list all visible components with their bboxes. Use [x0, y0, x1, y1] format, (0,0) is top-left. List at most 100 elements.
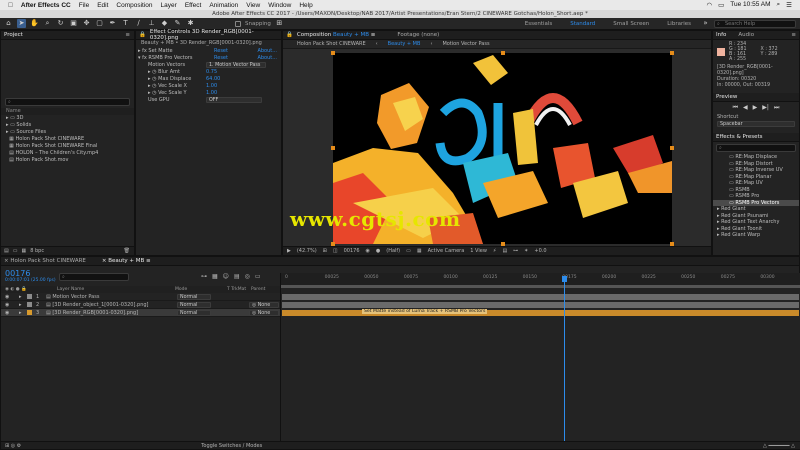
wifi-icon[interactable]: ◠ — [706, 1, 712, 9]
expand-icon[interactable]: ▸ — [19, 302, 27, 308]
layer-mode-dropdown[interactable]: Normal — [177, 301, 211, 308]
timecode-display[interactable]: 00176 — [344, 248, 360, 254]
project-item-footage[interactable]: ▤ Holon Pack Shot.mov — [1, 157, 134, 164]
layer-duration-bar[interactable] — [282, 302, 799, 308]
layer-duration-bar[interactable] — [282, 294, 799, 300]
tab-preview[interactable]: Preview — [716, 94, 737, 100]
menu-animation[interactable]: Animation — [209, 2, 238, 9]
effects-search-input[interactable]: ⌕ — [716, 144, 796, 152]
stopwatch-icon[interactable]: ▸ ◷ — [148, 83, 156, 89]
selection-tool-icon[interactable]: ➤ — [17, 19, 26, 28]
av-features-icon[interactable]: ◉ ◐ ● 🔒 — [1, 287, 57, 292]
playhead-handle[interactable] — [561, 276, 567, 282]
menu-edit[interactable]: Edit — [97, 2, 108, 9]
pen-tool-icon[interactable]: ✒ — [108, 19, 117, 28]
mask-visibility-icon[interactable]: ◫ — [333, 248, 338, 254]
fx-icon[interactable]: ▾ fx — [138, 55, 147, 61]
project-item-comp[interactable]: ▦ Holon Pack Shot CINEWARE Final — [1, 143, 134, 150]
label-color-swatch[interactable] — [27, 310, 32, 315]
clock[interactable]: Tue 10:55 AM — [730, 1, 770, 9]
project-search-input[interactable]: ⌕ — [5, 98, 130, 106]
home-icon[interactable]: ⌂ — [4, 19, 13, 28]
workspace-standard[interactable]: Standard — [570, 21, 595, 27]
rotate-tool-icon[interactable]: ↻ — [56, 19, 65, 28]
tab-effects-presets[interactable]: Effects & Presets — [716, 134, 763, 140]
clone-stamp-tool-icon[interactable]: ⊥ — [147, 19, 156, 28]
puppet-tool-icon[interactable]: ✱ — [186, 19, 195, 28]
layer-row[interactable]: ◉ ▸ 1 ▤ Motion Vector Pass Normal — [1, 293, 280, 301]
type-tool-icon[interactable]: T — [121, 19, 130, 28]
menu-list-icon[interactable]: ☰ — [786, 1, 792, 9]
workspace-more-icon[interactable]: » — [701, 19, 710, 28]
project-item-folder[interactable]: ▸ ▭ Source Files — [1, 129, 134, 136]
visibility-icon[interactable]: ◉ — [1, 294, 19, 300]
roto-brush-tool-icon[interactable]: ✎ — [173, 19, 182, 28]
exposure-value[interactable]: +0.0 — [534, 248, 546, 254]
panel-menu-icon[interactable]: ≡ — [791, 32, 796, 38]
menu-composition[interactable]: Composition — [116, 2, 152, 9]
expand-icon[interactable]: ▸ — [19, 294, 27, 300]
flowchart-icon[interactable]: ⊶ — [513, 248, 518, 254]
menu-help[interactable]: Help — [299, 2, 312, 9]
tab-holon-pack-shot[interactable]: × Holon Pack Shot CINEWARE — [4, 258, 86, 264]
motion-blur-icon[interactable]: ◎ — [245, 273, 250, 280]
grid-icon[interactable]: ⊞ — [323, 248, 327, 254]
tab-audio[interactable]: Audio — [738, 32, 754, 38]
camera-dropdown[interactable]: Active Camera — [428, 248, 465, 254]
stopwatch-icon[interactable]: ▸ ◷ — [148, 90, 156, 96]
label-color-swatch[interactable] — [27, 294, 32, 299]
effects-group[interactable]: ▸ Red Giant Warp — [713, 232, 799, 239]
brush-tool-icon[interactable]: ∕ — [134, 19, 143, 28]
workspace-small-screen[interactable]: Small Screen — [613, 21, 649, 27]
motion-vectors-dropdown[interactable]: 1. Motion Vector Pass — [206, 61, 266, 68]
zoom-dropdown[interactable]: (42.7%) — [297, 248, 317, 254]
layer-name[interactable]: ▤ [3D Render_RGB[0001-0320].png] — [46, 310, 177, 316]
tab-project[interactable]: Project — [4, 32, 23, 38]
frame-blending-icon[interactable]: ▤ — [234, 273, 240, 280]
fx-icon[interactable]: ▸ fx — [138, 48, 147, 54]
prev-frame-icon[interactable]: ◀ — [743, 104, 748, 111]
tab-footage[interactable]: Footage (none) — [397, 32, 439, 38]
layer-name[interactable]: ▤ [3D Render_object_1[0001-0320].png] — [46, 302, 177, 308]
visibility-icon[interactable]: ◉ — [1, 302, 19, 308]
project-col-name[interactable]: Name — [1, 108, 134, 115]
reset-exposure-icon[interactable]: ✶ — [524, 248, 528, 254]
tab-composition[interactable]: Composition Beauty + MB ≡ — [297, 32, 376, 38]
transform-handle[interactable] — [501, 51, 505, 55]
timeline-footer-icons[interactable]: ⊞ ◎ ⚙ — [1, 443, 21, 449]
reset-button[interactable]: Reset — [214, 55, 254, 61]
pan-behind-tool-icon[interactable]: ✥ — [82, 19, 91, 28]
always-preview-icon[interactable]: ▶ — [287, 248, 291, 254]
app-menu[interactable]: After Effects CC — [21, 2, 71, 9]
parent-dropdown[interactable]: ◎ None — [249, 309, 279, 316]
col-parent[interactable]: Parent — [251, 287, 265, 292]
next-frame-icon[interactable]: ▶| — [762, 104, 769, 111]
blur-amt-value[interactable]: 0.75 — [206, 69, 246, 75]
resolution-dropdown[interactable]: (Half) — [386, 248, 400, 254]
panel-menu-icon[interactable]: ≡ — [125, 32, 130, 38]
rectangle-tool-icon[interactable]: ▢ — [95, 19, 104, 28]
about-button[interactable]: About... — [257, 48, 281, 54]
snapping-options-icon[interactable]: ⊞ — [275, 19, 284, 28]
project-item-footage[interactable]: ▤ HOLON – The Children's City.mp4 — [1, 150, 134, 157]
composition-lock-icon[interactable]: 🔒 — [286, 32, 293, 38]
menu-view[interactable]: View — [246, 2, 260, 9]
shy-icon[interactable]: ☺ — [223, 273, 229, 280]
new-comp-icon[interactable]: ▦ — [21, 248, 26, 254]
new-folder-icon[interactable]: ▭ — [13, 248, 18, 254]
col-layer-name[interactable]: Layer Name — [57, 287, 175, 292]
effect-row-rsmb-pro-vectors[interactable]: ▾ fx RSMB Pro Vectors Reset About... — [136, 54, 281, 61]
col-trkmat[interactable]: T TrkMat — [227, 287, 251, 292]
region-of-interest-icon[interactable]: ▭ — [406, 248, 411, 254]
transform-handle[interactable] — [331, 146, 335, 150]
playhead[interactable] — [563, 276, 565, 443]
shortcut-dropdown[interactable]: Spacebar — [717, 121, 795, 127]
layer-row[interactable]: ◉ ▸ 3 ▤ [3D Render_RGB[0001-0320].png] Norm… — [1, 309, 280, 317]
transform-handle[interactable] — [331, 51, 335, 55]
play-icon[interactable]: ▶ — [753, 104, 758, 111]
track-area[interactable]: 0 00025 00050 00075 00100 00125 00150 00175 0020… — [280, 273, 800, 443]
layer-row[interactable]: ◉ ▸ 2 ▤ [3D Render_object_1[0001-0320].png… — [1, 301, 280, 309]
fast-preview-icon[interactable]: ⚡ — [493, 248, 497, 254]
bpc-label[interactable]: 8 bpc — [30, 248, 44, 254]
workspace-libraries[interactable]: Libraries — [667, 21, 691, 27]
